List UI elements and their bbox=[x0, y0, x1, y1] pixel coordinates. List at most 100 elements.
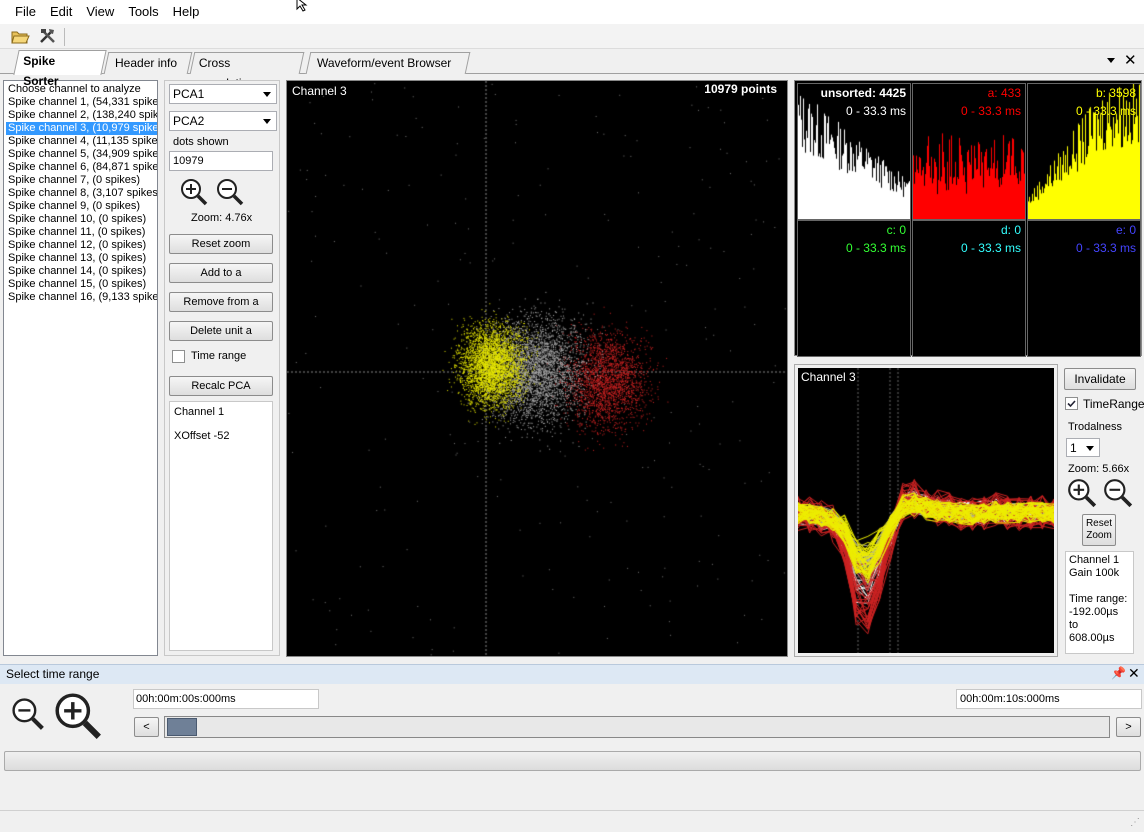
histogram-unit-label: a: 433 bbox=[987, 86, 1021, 100]
info-offset: XOffset -52 bbox=[174, 430, 230, 442]
channel-list-item[interactable]: Spike channel 2, (138,240 spikes) bbox=[6, 109, 157, 122]
pin-icon[interactable]: 📌 bbox=[1111, 666, 1126, 680]
reset-zoom-button[interactable]: Reset zoom bbox=[169, 234, 273, 254]
reset-zoom-button[interactable]: Reset Zoom bbox=[1082, 514, 1116, 546]
info-time-range-start: -192.00µs to bbox=[1069, 606, 1119, 631]
scatter-title: Channel 3 bbox=[292, 84, 347, 98]
scroll-left-button[interactable]: < bbox=[134, 717, 159, 737]
close-icon[interactable]: ✕ bbox=[1124, 53, 1137, 68]
dots-shown-label: dots shown bbox=[173, 136, 229, 148]
invalidate-button[interactable]: Invalidate bbox=[1064, 368, 1136, 390]
delete-unit-button[interactable]: Delete unit a bbox=[169, 321, 273, 341]
menu-help[interactable]: Help bbox=[166, 1, 207, 23]
histogram-range-label: 0 - 33.3 ms bbox=[1075, 104, 1136, 118]
time-end-field[interactable]: 00h:00m:10s:000ms bbox=[956, 689, 1142, 709]
recalc-pca-button[interactable]: Recalc PCA bbox=[169, 376, 273, 396]
waveform-zoom-label: Zoom: 5.66x bbox=[1068, 463, 1130, 475]
tab-menu-chevron-down-icon[interactable] bbox=[1107, 58, 1115, 63]
trodalness-select[interactable]: 1 bbox=[1066, 438, 1100, 457]
tab-waveform-browser[interactable]: Waveform/event Browser bbox=[305, 52, 471, 74]
histogram-unit-label: c: 0 bbox=[886, 223, 906, 237]
histogram-unit-label: d: 0 bbox=[1000, 223, 1021, 237]
menu-edit[interactable]: Edit bbox=[43, 1, 79, 23]
channel-list-item[interactable]: Spike channel 5, (34,909 spikes) bbox=[6, 148, 157, 161]
histogram-range-label: 0 - 33.3 ms bbox=[960, 241, 1021, 255]
scatter-zoom-label: Zoom: 4.76x bbox=[191, 212, 253, 224]
tools-icon[interactable] bbox=[38, 27, 58, 45]
scatter-canvas[interactable] bbox=[287, 81, 787, 656]
waveform-panel: Channel 3 bbox=[794, 364, 1058, 657]
channel-list-item[interactable]: Spike channel 8, (3,107 spikes) bbox=[6, 187, 157, 200]
menu-tools[interactable]: Tools bbox=[121, 1, 165, 23]
channel-list-item[interactable]: Spike channel 15, (0 spikes) bbox=[6, 278, 157, 291]
channel-list-item[interactable]: Spike channel 10, (0 spikes) bbox=[6, 213, 157, 226]
tab-spike-sorter[interactable]: Spike Sorter bbox=[13, 50, 107, 88]
chevron-down-icon bbox=[263, 92, 271, 97]
info-channel: Channel 1 bbox=[1069, 554, 1120, 566]
channel-list-item[interactable]: Spike channel 7, (0 spikes) bbox=[6, 174, 157, 187]
zoom-out-icon[interactable] bbox=[1102, 477, 1134, 509]
channel-list-item[interactable]: Spike channel 16, (9,133 spikes) bbox=[6, 291, 157, 304]
isi-histogram[interactable]: b: 3598 0 - 33.3 ms bbox=[1027, 83, 1141, 220]
channel-list-item[interactable]: Spike channel 12, (0 spikes) bbox=[6, 239, 157, 252]
close-icon[interactable]: ✕ bbox=[1128, 665, 1140, 682]
channel-list-item[interactable]: Spike channel 6, (84,871 spikes) bbox=[6, 161, 157, 174]
waveform-plot[interactable]: Channel 3 bbox=[798, 368, 1054, 653]
isi-histogram[interactable]: c: 0 0 - 33.3 ms bbox=[797, 220, 911, 357]
trodalness-label: Trodalness bbox=[1068, 421, 1123, 433]
time-scrollbar[interactable] bbox=[164, 716, 1110, 738]
resize-grip-icon[interactable]: ⋰ bbox=[1130, 817, 1140, 828]
dots-shown-input[interactable]: 10979 bbox=[169, 151, 273, 171]
time-scrollbar-thumb[interactable] bbox=[167, 718, 197, 736]
scatter-point-count: 10979 points bbox=[704, 82, 777, 96]
x-axis-select[interactable]: PCA1 bbox=[169, 84, 277, 104]
time-range-checkbox[interactable] bbox=[172, 350, 185, 363]
y-axis-select[interactable]: PCA2 bbox=[169, 111, 277, 131]
add-to-unit-button[interactable]: Add to a bbox=[169, 263, 273, 283]
channel-list-item[interactable]: Spike channel 13, (0 spikes) bbox=[6, 252, 157, 265]
pca-scatter-plot[interactable]: Channel 3 10979 points bbox=[286, 80, 788, 657]
channel-list-item[interactable]: Spike channel 4, (11,135 spikes) bbox=[6, 135, 157, 148]
waveform-controls: Invalidate TimeRange Trodalness 1 Zoom: … bbox=[1062, 364, 1144, 657]
waveform-canvas[interactable] bbox=[798, 368, 1054, 653]
zoom-out-icon[interactable] bbox=[10, 696, 46, 732]
remove-from-unit-button[interactable]: Remove from a bbox=[169, 292, 273, 312]
info-channel: Channel 1 bbox=[174, 406, 225, 418]
waveform-info-box: Channel 1 Gain 100k Time range: -192.00µ… bbox=[1065, 551, 1134, 654]
channel-list-item[interactable]: Spike channel 11, (0 spikes) bbox=[6, 226, 157, 239]
isi-histogram[interactable]: a: 433 0 - 33.3 ms bbox=[912, 83, 1026, 220]
histogram-range-label: 0 - 33.3 ms bbox=[960, 104, 1021, 118]
folder-open-icon[interactable] bbox=[10, 27, 30, 45]
zoom-in-icon[interactable] bbox=[1066, 477, 1098, 509]
isi-histogram[interactable]: e: 0 0 - 33.3 ms bbox=[1027, 220, 1141, 357]
channel-list-item[interactable]: Spike channel 3, (10,979 spikes) bbox=[6, 122, 157, 135]
time-start-field[interactable]: 00h:00m:00s:000ms bbox=[133, 689, 319, 709]
zoom-in-icon[interactable] bbox=[52, 690, 104, 742]
timerange-label: TimeRange bbox=[1083, 397, 1144, 411]
tab-cross-correlations[interactable]: Cross correlations bbox=[189, 52, 305, 90]
timerange-checkbox[interactable] bbox=[1065, 397, 1078, 410]
channel-list[interactable]: Choose channel to analyze Spike channel … bbox=[3, 80, 158, 656]
isi-histogram[interactable]: unsorted: 4425 0 - 33.3 ms bbox=[797, 83, 911, 220]
chevron-down-icon bbox=[263, 119, 271, 124]
scroll-right-button[interactable]: > bbox=[1116, 717, 1141, 737]
time-range-panel-header: Select time range 📌 ✕ bbox=[0, 664, 1144, 684]
zoom-out-icon[interactable] bbox=[215, 177, 245, 207]
time-range-panel-title: Select time range bbox=[6, 667, 100, 681]
menu-view[interactable]: View bbox=[79, 1, 121, 23]
waveform-title: Channel 3 bbox=[801, 370, 856, 384]
isi-histogram[interactable]: d: 0 0 - 33.3 ms bbox=[912, 220, 1026, 357]
menu-bar: File Edit View Tools Help bbox=[0, 0, 1144, 24]
tab-header-info[interactable]: Header info bbox=[103, 52, 193, 74]
zoom-in-icon[interactable] bbox=[179, 177, 209, 207]
toolbar-separator bbox=[64, 28, 65, 46]
info-gain: Gain 100k bbox=[1069, 567, 1120, 579]
histogram-unit-label: b: 3598 bbox=[1095, 86, 1136, 100]
channel-list-item[interactable]: Spike channel 1, (54,331 spikes) bbox=[6, 96, 157, 109]
channel-list-item[interactable]: Spike channel 14, (0 spikes) bbox=[6, 265, 157, 278]
tab-strip: Spike Sorter Header info Cross correlati… bbox=[0, 50, 1144, 90]
time-range-label: Time range bbox=[191, 350, 247, 362]
channel-list-item[interactable]: Spike channel 9, (0 spikes) bbox=[6, 200, 157, 213]
info-time-range-label: Time range: bbox=[1069, 593, 1128, 605]
menu-file[interactable]: File bbox=[8, 1, 43, 23]
